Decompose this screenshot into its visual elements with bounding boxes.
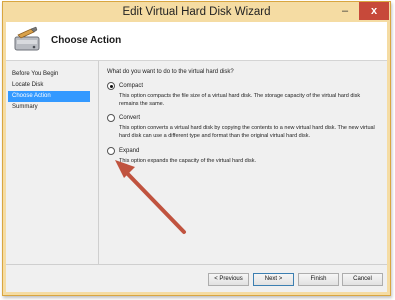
window-title: Edit Virtual Hard Disk Wizard	[122, 6, 271, 18]
convert-description: This option converts a virtual hard disk…	[119, 125, 375, 139]
convert-label[interactable]: Convert	[119, 115, 140, 121]
footer-divider	[6, 264, 387, 265]
convert-option[interactable]: Convert	[107, 113, 140, 123]
step-choose-action[interactable]: Choose Action	[8, 91, 90, 102]
compact-radio[interactable]	[107, 82, 115, 90]
compact-option[interactable]: Compact	[107, 81, 143, 91]
main-panel: What do you want to do to the virtual ha…	[100, 61, 387, 264]
expand-radio[interactable]	[107, 147, 115, 155]
action-question: What do you want to do to the virtual ha…	[107, 69, 234, 75]
page-title: Choose Action	[51, 35, 122, 46]
title-bar[interactable]: Edit Virtual Hard Disk Wizard – x	[3, 2, 390, 22]
wizard-window: Edit Virtual Hard Disk Wizard – x Choose…	[2, 1, 391, 296]
step-before-you-begin[interactable]: Before You Begin	[8, 69, 90, 80]
expand-description: This option expands the capacity of the …	[119, 158, 256, 164]
expand-option[interactable]: Expand	[107, 146, 139, 156]
compact-description: This option compacts the file size of a …	[119, 93, 361, 107]
sidebar-divider	[98, 61, 99, 264]
close-button[interactable]: x	[359, 2, 389, 20]
expand-label[interactable]: Expand	[119, 148, 139, 154]
convert-radio[interactable]	[107, 114, 115, 122]
disk-wizard-icon	[14, 26, 40, 51]
previous-button[interactable]: < Previous	[208, 273, 249, 286]
steps-sidebar: Before You Begin Locate Disk Choose Acti…	[6, 61, 96, 264]
wizard-content: Before You Begin Locate Disk Choose Acti…	[6, 61, 387, 292]
wizard-header: Choose Action	[6, 22, 387, 60]
compact-label[interactable]: Compact	[119, 83, 143, 89]
step-summary[interactable]: Summary	[8, 102, 90, 113]
next-button[interactable]: Next >	[253, 273, 294, 286]
step-locate-disk[interactable]: Locate Disk	[8, 80, 90, 91]
finish-button[interactable]: Finish	[298, 273, 339, 286]
cancel-button[interactable]: Cancel	[342, 273, 383, 286]
minimize-button[interactable]: –	[333, 2, 357, 20]
